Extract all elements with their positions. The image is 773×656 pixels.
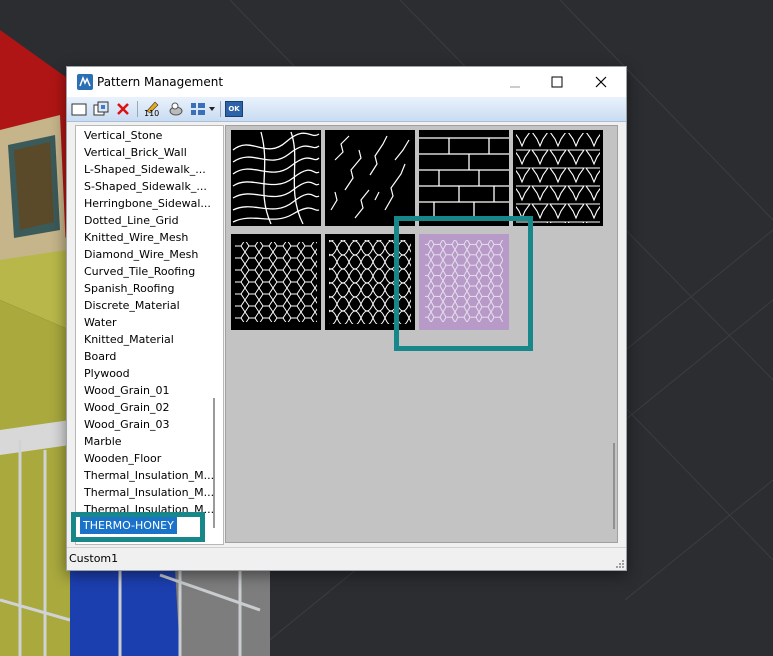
list-item[interactable]: Herringbone_Sidewal...: [84, 196, 211, 212]
list-item[interactable]: Curved_Tile_Roofing: [84, 264, 195, 280]
resize-grip-icon[interactable]: [614, 558, 624, 568]
list-item[interactable]: Vertical_Brick_Wall: [84, 145, 187, 161]
list-item[interactable]: Discrete_Material: [84, 298, 180, 314]
delete-button[interactable]: [114, 100, 132, 118]
highlight-box-thumbnail: [394, 216, 533, 351]
pattern-list[interactable]: Vertical_Stone Vertical_Brick_Wall L-Sha…: [75, 125, 224, 545]
ok-button[interactable]: OK: [225, 100, 243, 118]
pattern-thumbnail-wood-grain[interactable]: [231, 130, 321, 226]
brick-pattern: [419, 137, 509, 219]
window-title: Pattern Management: [97, 75, 224, 89]
close-button[interactable]: [578, 67, 624, 97]
ok-icon: OK: [225, 101, 243, 117]
list-item[interactable]: Water: [84, 315, 117, 331]
highlight-box-list: [71, 512, 205, 542]
list-item[interactable]: Thermal_Insulation_M...: [84, 468, 214, 484]
minimize-icon: [510, 86, 520, 88]
edit-pattern-label: 110: [144, 109, 160, 118]
load-icon: [169, 102, 183, 116]
list-item[interactable]: Wood_Grain_01: [84, 383, 170, 399]
list-item[interactable]: Dotted_Line_Grid: [84, 213, 179, 229]
list-item[interactable]: Board: [84, 349, 116, 365]
delete-icon: [117, 103, 129, 115]
minimize-button[interactable]: [492, 67, 538, 97]
load-button[interactable]: [167, 100, 185, 118]
wood-grain-pattern: [232, 131, 320, 225]
maximize-button[interactable]: [534, 67, 580, 97]
list-item[interactable]: Marble: [84, 434, 122, 450]
hex-stone-pattern: [235, 242, 317, 322]
marble-pattern: [330, 135, 410, 219]
list-item[interactable]: L-Shaped_Sidewalk_...: [84, 162, 206, 178]
maximize-icon: [551, 76, 563, 88]
list-item[interactable]: Wooden_Floor: [84, 451, 161, 467]
status-text: Custom1: [69, 552, 119, 565]
list-item[interactable]: Plywood: [84, 366, 130, 382]
status-bar: Custom1: [67, 547, 626, 570]
chevron-down-icon: [209, 107, 215, 111]
view-mode-dropdown[interactable]: [207, 100, 217, 118]
ok-label: OK: [228, 105, 240, 113]
list-item[interactable]: Vertical_Stone: [84, 128, 162, 144]
copy-pattern-button[interactable]: [92, 100, 110, 118]
list-scrollbar[interactable]: [213, 398, 215, 528]
pattern-thumbnail-brick[interactable]: [419, 130, 509, 226]
new-pattern-icon: [71, 103, 87, 116]
list-item[interactable]: S-Shaped_Sidewalk_...: [84, 179, 207, 195]
pattern-management-dialog: Pattern Management 110 OK Vertical_Stone…: [66, 66, 627, 571]
toolbar: 110 OK: [67, 97, 626, 122]
copy-pattern-icon: [93, 101, 109, 116]
list-item[interactable]: Thermal_Insulation_M...: [84, 485, 214, 501]
list-item[interactable]: Wood_Grain_02: [84, 400, 170, 416]
title-bar[interactable]: Pattern Management: [67, 67, 626, 97]
pattern-thumbnail-hex-stone[interactable]: [231, 234, 321, 330]
view-mode-icon: [191, 103, 205, 115]
list-item[interactable]: Spanish_Roofing: [84, 281, 174, 297]
grid-scrollbar[interactable]: [613, 443, 615, 529]
edit-pattern-button[interactable]: 110: [143, 100, 161, 118]
pattern-thumbnail-diamond-mesh[interactable]: [513, 130, 603, 226]
list-item[interactable]: Diamond_Wire_Mesh: [84, 247, 198, 263]
list-item[interactable]: Knitted_Material: [84, 332, 174, 348]
diamond-mesh-pattern: [516, 133, 600, 223]
view-mode-button[interactable]: [189, 100, 207, 118]
new-pattern-button[interactable]: [70, 100, 88, 118]
close-icon: [595, 76, 607, 88]
app-logo-icon: [77, 74, 93, 90]
list-item[interactable]: Wood_Grain_03: [84, 417, 170, 433]
list-item[interactable]: Knitted_Wire_Mesh: [84, 230, 188, 246]
pattern-thumbnail-marble[interactable]: [325, 130, 415, 226]
